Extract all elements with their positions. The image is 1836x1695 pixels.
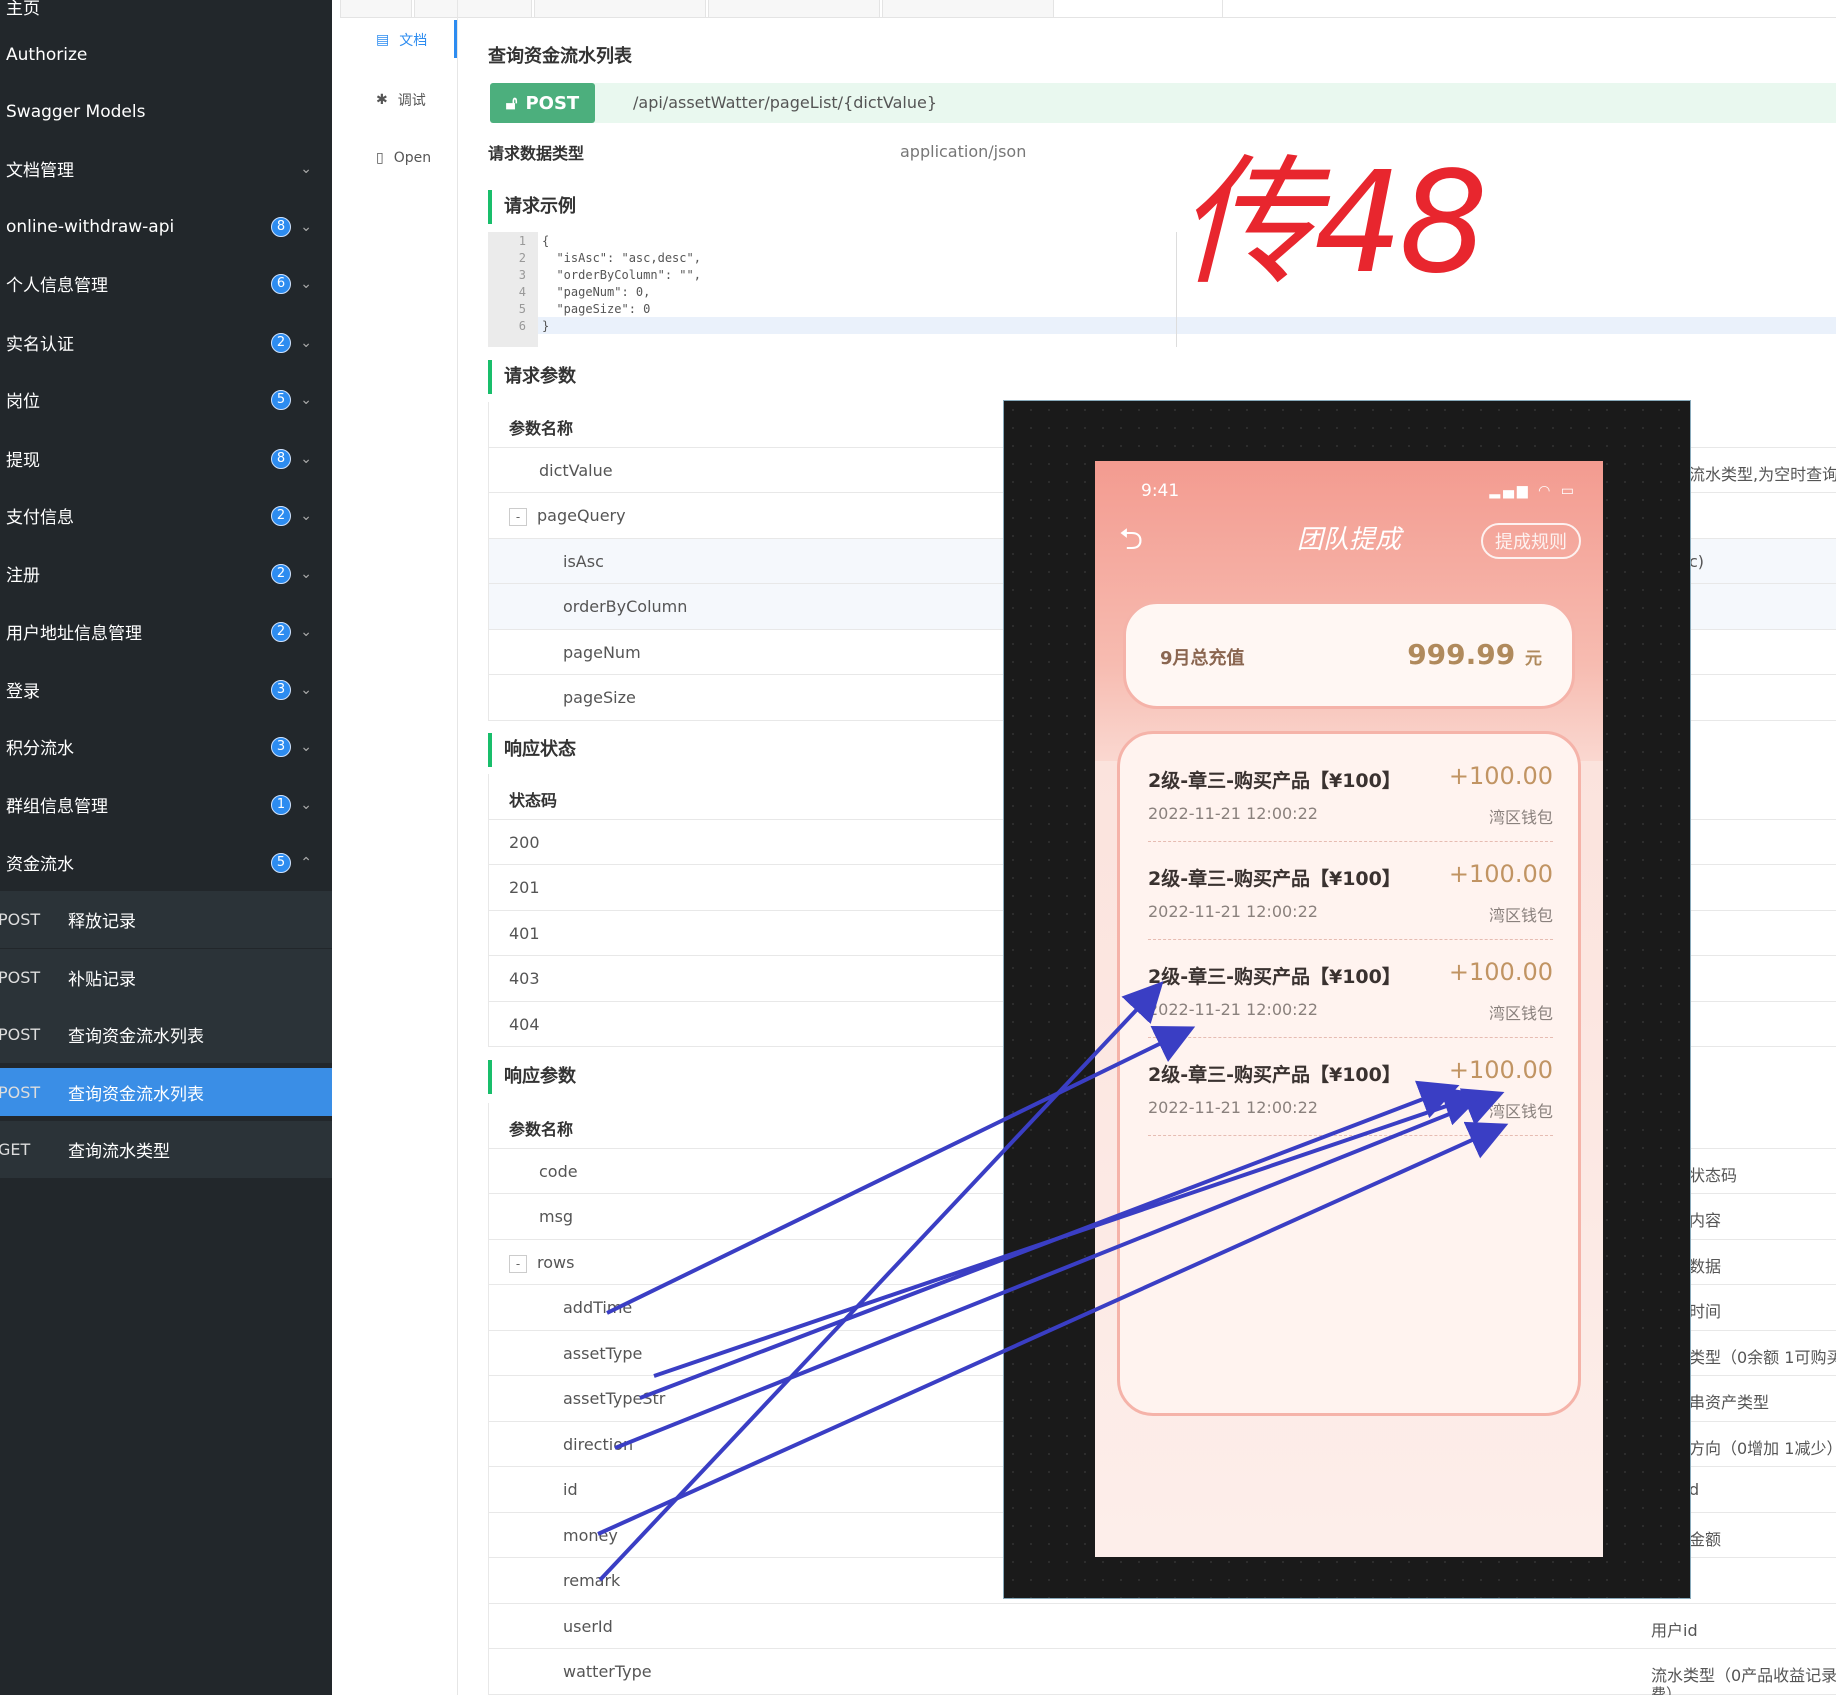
arrow-direction <box>614 1088 1505 1450</box>
arrow-addtime <box>606 1026 1196 1315</box>
app-root: 主页 Authorize Swagger Models 文档管理 ⌄ online-wit… <box>0 0 1836 1695</box>
arrow-remark <box>598 981 1164 1582</box>
arrow-assettype <box>653 1087 1484 1378</box>
annotation-arrows <box>597 981 1509 1582</box>
arrow-money <box>597 1121 1509 1536</box>
